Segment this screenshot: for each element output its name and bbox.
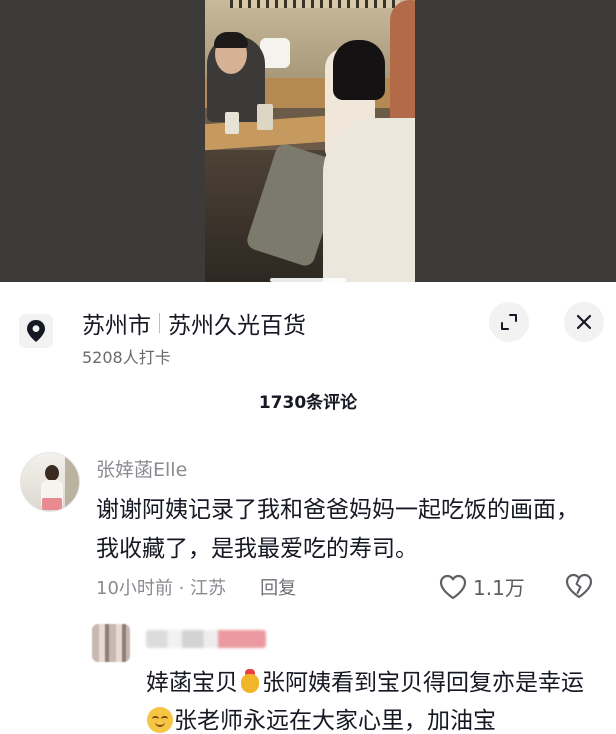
video-cup	[257, 104, 273, 130]
reply-button[interactable]: 回复	[260, 574, 296, 600]
video-frame[interactable]	[205, 0, 415, 282]
reply-text-part: 张阿姨看到宝贝得回复亦是幸运	[262, 670, 584, 696]
reply-text-part: 张老师永远在大家心里，加油宝	[174, 708, 496, 734]
video-foreground-coat	[323, 118, 415, 282]
heart-outline-icon	[439, 574, 467, 599]
close-button[interactable]	[564, 302, 604, 342]
location-city[interactable]: 苏州市	[82, 306, 151, 340]
video-man-hair	[214, 32, 248, 48]
comment-meta: 10小时前 · 江苏 回复	[96, 574, 296, 600]
dislike-button[interactable]	[565, 573, 593, 603]
reply-author-redacted[interactable]	[146, 630, 266, 648]
avatar-person	[45, 465, 59, 481]
broken-heart-icon	[565, 573, 593, 599]
checkin-count: 5208人打卡	[82, 348, 171, 367]
avatar-background	[65, 453, 79, 511]
lucky-bag-emoji	[239, 668, 261, 694]
avatar-person	[42, 498, 62, 510]
close-icon	[576, 314, 592, 330]
location-title[interactable]: 苏州市 苏州久光百货	[82, 306, 306, 340]
comment-author[interactable]: 张婞菡Elle	[96, 455, 187, 482]
video-woman-hair	[333, 40, 385, 100]
expand-icon	[501, 314, 517, 330]
video-cup	[225, 112, 239, 134]
shy-smile-emoji	[147, 707, 173, 733]
reply-avatar[interactable]	[92, 624, 130, 662]
location-divider	[159, 313, 160, 333]
comment-text: 谢谢阿姨记录了我和爸爸妈妈一起吃饭的画面，我收藏了，是我最爱吃的寿司。	[96, 497, 579, 562]
expand-button[interactable]	[489, 302, 529, 342]
comment-time-place: 10小时前 · 江苏	[96, 578, 227, 599]
avatar[interactable]	[20, 452, 80, 512]
video-preview[interactable]	[0, 0, 616, 282]
reply-text-part: 婞菡宝贝	[146, 670, 238, 696]
reply-text: 婞菡宝贝 张阿姨看到宝贝得回复亦是幸运张老师永远在大家心里，加油宝	[146, 664, 596, 734]
video-lattice	[230, 0, 400, 8]
location-place[interactable]: 苏州久光百货	[168, 306, 306, 340]
like-count: 1.1万	[473, 576, 525, 600]
comment-count: 1730条评论	[258, 393, 358, 413]
comments-sheet: 苏州市 苏州久光百货 5208人打卡 1730条评论 张婞菡Elle 谢谢阿姨记…	[0, 282, 616, 734]
location-pin-icon[interactable]	[19, 314, 53, 348]
like-button[interactable]: 1.1万	[439, 572, 525, 601]
